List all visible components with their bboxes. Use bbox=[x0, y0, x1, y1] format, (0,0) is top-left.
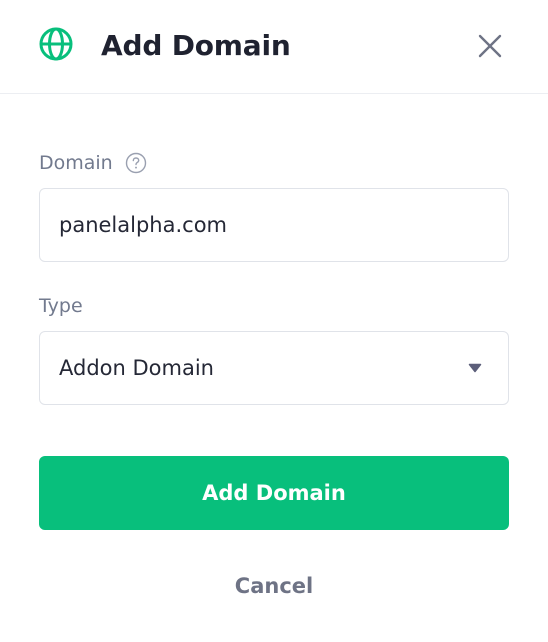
add-domain-button[interactable]: Add Domain bbox=[39, 456, 509, 530]
add-domain-button-label: Add Domain bbox=[202, 481, 346, 505]
close-icon[interactable] bbox=[474, 30, 506, 62]
domain-input[interactable]: panelalpha.com bbox=[39, 188, 509, 262]
caret-down-icon bbox=[468, 363, 482, 373]
question-circle-icon[interactable] bbox=[125, 152, 147, 174]
modal-header: Add Domain bbox=[0, 0, 548, 94]
type-label: Type bbox=[39, 295, 83, 317]
type-select-value: Addon Domain bbox=[59, 356, 214, 380]
domain-input-value: panelalpha.com bbox=[59, 213, 227, 237]
modal-title: Add Domain bbox=[101, 29, 291, 62]
domain-label: Domain bbox=[39, 152, 113, 174]
type-select[interactable]: Addon Domain bbox=[39, 331, 509, 405]
add-domain-modal: Add Domain Domain panelalpha.com Type Ad… bbox=[0, 0, 548, 642]
globe-icon bbox=[39, 27, 73, 61]
cancel-button-label: Cancel bbox=[234, 574, 314, 598]
cancel-button[interactable]: Cancel bbox=[174, 566, 374, 606]
